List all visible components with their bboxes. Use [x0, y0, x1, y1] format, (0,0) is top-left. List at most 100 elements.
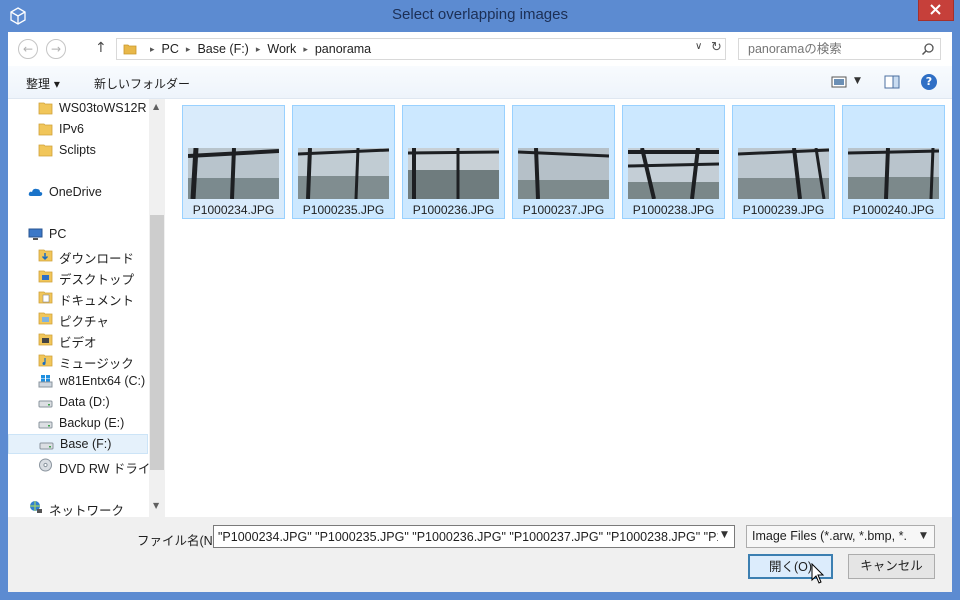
sidebar-item-label: ピクチャ: [59, 315, 109, 329]
sidebar-item-label: w81Entx64 (C:): [59, 374, 146, 388]
image-thumbnail: [188, 148, 279, 199]
file-tile[interactable]: P1000237.JPG: [512, 105, 615, 219]
folder-icon: [123, 44, 137, 55]
sidebar-item-drive-e[interactable]: Backup (E:): [8, 414, 148, 434]
sidebar-item-drive-d[interactable]: Data (D:): [8, 393, 148, 413]
address-bar[interactable]: ▸ PC ▸ Base (F:) ▸ Work ▸ panorama ∨ ↻: [116, 38, 726, 60]
sidebar-item-videos[interactable]: ビデオ: [8, 330, 148, 350]
sidebar-item-label: ネットワーク: [49, 504, 125, 517]
sidebar-item-label: OneDrive: [49, 185, 102, 199]
file-name: P1000238.JPG: [632, 203, 715, 217]
sidebar-item-pictures[interactable]: ピクチャ: [8, 309, 148, 329]
file-tile[interactable]: P1000236.JPG: [402, 105, 505, 219]
breadcrumb-separator: ▸: [150, 43, 155, 54]
sidebar-item-label: デスクトップ: [59, 273, 135, 287]
image-thumbnail: [518, 148, 609, 199]
drive-icon: [38, 400, 53, 408]
title-bar[interactable]: Select overlapping images: [0, 0, 960, 32]
music-folder-icon: [38, 354, 53, 367]
sidebar-item-downloads[interactable]: ダウンロード: [8, 246, 148, 266]
filetype-value: Image Files (*.arw, *.bmp, *.: [752, 529, 907, 543]
sidebar-item-music[interactable]: ミュージック: [8, 351, 148, 371]
sidebar-item-ipv6[interactable]: IPv6: [8, 120, 148, 140]
file-name: P1000235.JPG: [302, 203, 385, 217]
sidebar-item-ws03tows12r[interactable]: WS03toWS12R: [8, 99, 148, 119]
organize-button[interactable]: 整理 ▾: [26, 75, 60, 92]
refresh-icon[interactable]: ↻: [711, 40, 725, 58]
cancel-button[interactable]: キャンセル: [848, 554, 935, 579]
sidebar-item-label: ミュージック: [59, 357, 134, 371]
search-input[interactable]: [739, 39, 926, 59]
file-tile[interactable]: P1000238.JPG: [622, 105, 725, 219]
sidebar-item-label: DVD RW ドライブ: [59, 462, 163, 476]
file-list: P1000234.JPG P1000235.JPG P1000236.JPG P…: [173, 99, 952, 517]
help-icon[interactable]: ?: [921, 74, 937, 90]
up-button[interactable]: ↑: [95, 40, 107, 56]
scrollbar-thumb[interactable]: [150, 215, 164, 470]
image-thumbnail: [298, 148, 389, 199]
chevron-down-icon[interactable]: ∨: [695, 41, 702, 52]
search-icon[interactable]: [921, 42, 935, 56]
close-button[interactable]: [918, 0, 954, 21]
forward-button[interactable]: →: [46, 39, 66, 59]
sidebar-item-drive-f[interactable]: Base (F:): [8, 434, 148, 454]
drive-icon: [38, 421, 53, 429]
preview-pane-icon[interactable]: [884, 74, 900, 90]
sidebar-scrollbar[interactable]: ▲ ▼: [149, 99, 165, 517]
navigation-bar: ← → ↑ ▸ PC ▸ Base (F:) ▸ Work ▸ panorama: [8, 32, 952, 66]
filename-field[interactable]: ▼: [213, 525, 735, 548]
back-button[interactable]: ←: [18, 39, 38, 59]
folder-icon: [38, 123, 53, 136]
sidebar-item-label: Backup (E:): [59, 416, 125, 430]
sidebar-item-documents[interactable]: ドキュメント: [8, 288, 148, 308]
scroll-down-icon[interactable]: ▼: [153, 501, 159, 510]
sidebar-item-network[interactable]: ネットワーク: [8, 498, 148, 517]
breadcrumb-panorama[interactable]: panorama: [315, 42, 371, 56]
file-tile[interactable]: P1000235.JPG: [292, 105, 395, 219]
search-box[interactable]: [738, 38, 941, 60]
sidebar-item-label: Base (F:): [60, 437, 112, 451]
folder-icon: [38, 102, 53, 115]
sidebar-item-label: Data (D:): [59, 395, 110, 409]
breadcrumb-drive[interactable]: Base (F:): [197, 42, 248, 56]
chevron-down-icon[interactable]: ▼: [920, 531, 927, 541]
windows-drive-icon: [38, 375, 53, 388]
back-arrow-icon: ←: [22, 42, 34, 56]
pictures-folder-icon: [38, 312, 53, 325]
chevron-down-icon[interactable]: ▼: [854, 76, 861, 86]
new-folder-button[interactable]: 新しいフォルダー: [94, 75, 190, 92]
sidebar-item-dvd-drive[interactable]: DVD RW ドライブ: [8, 456, 163, 476]
navigation-pane: WS03toWS12R IPv6 Sclipts OneDrive PC ダウン…: [8, 99, 165, 517]
up-arrow-icon: ↑: [95, 40, 107, 56]
image-thumbnail: [848, 148, 939, 199]
sidebar-item-pc[interactable]: PC: [8, 225, 148, 245]
sidebar-item-label: ダウンロード: [59, 252, 135, 266]
breadcrumb-separator[interactable]: ▸: [256, 44, 261, 55]
sidebar-item-sclipts[interactable]: Sclipts: [8, 141, 148, 161]
documents-folder-icon: [38, 291, 53, 304]
view-options-icon[interactable]: [831, 75, 847, 89]
filetype-select[interactable]: Image Files (*.arw, *.bmp, *. ▼: [746, 525, 935, 548]
file-tile[interactable]: P1000234.JPG: [182, 105, 285, 219]
breadcrumb-separator[interactable]: ▸: [303, 44, 308, 55]
videos-folder-icon: [38, 333, 53, 346]
image-thumbnail: [738, 148, 829, 199]
network-icon: [30, 501, 42, 513]
chevron-down-icon[interactable]: ▼: [721, 530, 728, 540]
sidebar-item-onedrive[interactable]: OneDrive: [8, 183, 148, 203]
dvd-drive-icon: [39, 458, 52, 472]
file-tile[interactable]: P1000240.JPG: [842, 105, 945, 219]
window-title: Select overlapping images: [392, 6, 568, 23]
image-thumbnail: [408, 148, 499, 199]
sidebar-item-desktop[interactable]: デスクトップ: [8, 267, 148, 287]
filename-input[interactable]: [214, 526, 718, 547]
file-tile[interactable]: P1000239.JPG: [732, 105, 835, 219]
sidebar-item-drive-c[interactable]: w81Entx64 (C:): [8, 372, 148, 392]
breadcrumb-pc[interactable]: PC: [162, 42, 179, 56]
breadcrumb-work[interactable]: Work: [267, 42, 296, 56]
breadcrumb-separator[interactable]: ▸: [186, 44, 191, 55]
scroll-up-icon[interactable]: ▲: [153, 102, 159, 111]
image-thumbnail: [628, 148, 719, 199]
dialog-body: ← → ↑ ▸ PC ▸ Base (F:) ▸ Work ▸ panorama: [8, 32, 952, 592]
cloud-icon: [28, 188, 43, 196]
